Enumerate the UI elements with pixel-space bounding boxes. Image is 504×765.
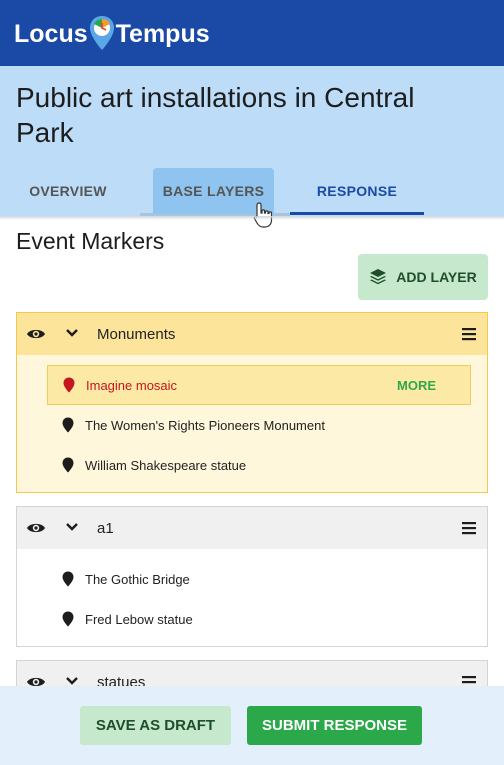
marker-item[interactable]: The Women's Rights Pioneers Monument <box>47 405 471 445</box>
section-title: Event Markers <box>16 228 165 254</box>
add-layer-button[interactable]: ADD LAYER <box>358 254 488 300</box>
menu-icon[interactable] <box>461 327 477 341</box>
marker-label: The Gothic Bridge <box>85 571 190 587</box>
add-layer-label: ADD LAYER <box>396 269 477 285</box>
menu-icon[interactable] <box>461 521 477 535</box>
chevron-down-icon[interactable] <box>65 522 79 532</box>
marker-item-selected[interactable]: Imagine mosaic MORE <box>47 365 471 405</box>
tab-overview[interactable]: OVERVIEW <box>16 168 120 214</box>
logo-pin-icon <box>89 16 114 50</box>
cursor-hand-icon <box>253 202 273 228</box>
tab-response[interactable]: RESPONSE <box>290 168 424 215</box>
more-button[interactable]: MORE <box>397 378 436 393</box>
eye-icon[interactable] <box>26 327 46 341</box>
save-as-draft-button[interactable]: SAVE AS DRAFT <box>80 706 231 745</box>
marker-item[interactable]: The Gothic Bridge <box>47 559 471 599</box>
page-title: Public art installations in Central Park <box>16 82 415 148</box>
layer-card-a1: a1 The Gothic Bridge Fred Lebow statue <box>16 506 488 647</box>
layer-header: Monuments <box>17 313 487 355</box>
map-marker-icon <box>62 571 74 587</box>
chevron-down-icon[interactable] <box>65 676 79 686</box>
chevron-down-icon[interactable] <box>65 328 79 338</box>
layers-icon <box>370 269 387 285</box>
app-logo[interactable]: Locus Tempus <box>14 14 210 54</box>
eye-icon[interactable] <box>26 521 46 535</box>
logo-text-right: Tempus <box>115 19 210 48</box>
app-header: Locus Tempus <box>0 0 504 66</box>
marker-label: William Shakespeare statue <box>85 457 247 473</box>
layer-name: Monuments <box>97 326 176 343</box>
layer-card-monuments: Monuments Imagine mosaic MORE The Women'… <box>16 312 488 493</box>
marker-label: The Women's Rights Pioneers Monument <box>85 417 325 433</box>
layer-name: a1 <box>97 520 114 537</box>
page-header: Public art installations in Central Park… <box>0 66 504 216</box>
layer-header: a1 <box>17 507 487 549</box>
map-marker-icon <box>63 377 75 393</box>
marker-item[interactable]: William Shakespeare statue <box>47 445 471 485</box>
map-marker-icon <box>62 611 74 627</box>
header-shadow <box>0 216 504 220</box>
action-bar: SAVE AS DRAFT SUBMIT RESPONSE <box>0 686 504 765</box>
map-marker-icon <box>62 417 74 433</box>
map-marker-icon <box>62 457 74 473</box>
marker-label: Fred Lebow statue <box>85 611 193 627</box>
marker-label: Imagine mosaic <box>86 377 178 393</box>
submit-response-button[interactable]: SUBMIT RESPONSE <box>247 706 422 745</box>
logo-text-left: Locus <box>14 19 88 48</box>
marker-item[interactable]: Fred Lebow statue <box>47 599 471 639</box>
